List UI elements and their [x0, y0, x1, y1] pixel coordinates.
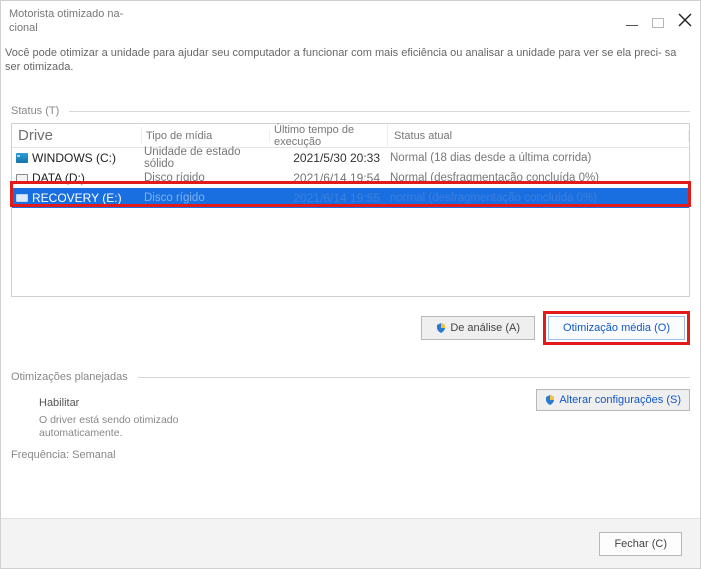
- table-header: Drive Tipo de mídia Último tempo de exec…: [12, 124, 689, 148]
- maximize-button[interactable]: [652, 18, 664, 28]
- table-row[interactable]: WINDOWS (C:) Unidade de estado sólido 20…: [12, 148, 689, 168]
- hdd-icon: [16, 194, 28, 202]
- close-icon[interactable]: [678, 13, 692, 32]
- ssd-icon: [16, 153, 28, 163]
- drive-name: RECOVERY (E:): [32, 191, 122, 205]
- scheduled-section-label: Otimizações planejadas: [11, 371, 128, 383]
- change-settings-button[interactable]: Alterar configurações (S): [536, 389, 690, 411]
- drive-name: DATA (D:): [32, 171, 85, 185]
- schedule-enable-label: Habilitar: [39, 397, 219, 409]
- minimize-button[interactable]: [626, 25, 638, 26]
- col-status[interactable]: Status atual: [388, 130, 689, 142]
- drive-media: Unidade de estado sólido: [142, 146, 270, 170]
- window-description: Você pode otimizar a unidade para ajudar…: [1, 36, 700, 76]
- col-last[interactable]: Último tempo de execução: [270, 124, 388, 148]
- divider: [138, 377, 690, 378]
- optimize-button[interactable]: Otimização média (O): [548, 316, 685, 340]
- drive-media: Disco rígido: [142, 192, 270, 204]
- footer: Fechar (C): [1, 518, 700, 568]
- drive-last: 2021/6/14 19:55: [270, 191, 388, 205]
- drive-name: WINDOWS (C:): [32, 151, 116, 165]
- drive-status: Normal (18 dias desde a última corrida): [388, 152, 689, 164]
- schedule-frequency: Frequência: Semanal: [11, 449, 690, 461]
- close-label: Fechar (C): [614, 538, 667, 550]
- schedule-description: O driver está sendo otimizado automatica…: [39, 414, 219, 440]
- shield-icon: [436, 323, 446, 333]
- drive-media: Disco rígido: [142, 172, 270, 184]
- table-row[interactable]: DATA (D:) Disco rígido 2021/6/14 19:54 N…: [12, 168, 689, 188]
- optimize-label: Otimização média (O): [563, 322, 670, 334]
- col-media[interactable]: Tipo de mídia: [142, 130, 270, 142]
- drive-status: normal (desfragmentação concluída 0%): [388, 192, 689, 204]
- close-button[interactable]: Fechar (C): [599, 532, 682, 556]
- divider: [69, 111, 690, 112]
- analyze-label: De análise (A): [450, 322, 520, 334]
- shield-icon: [545, 395, 555, 405]
- drive-last: 2021/6/14 19:54: [270, 171, 388, 185]
- change-settings-label: Alterar configurações (S): [559, 394, 681, 406]
- col-drive[interactable]: Drive: [12, 127, 142, 144]
- analyze-button[interactable]: De análise (A): [421, 316, 535, 340]
- drive-table[interactable]: Drive Tipo de mídia Último tempo de exec…: [11, 123, 690, 297]
- window-title: Motorista otimizado na- cional: [9, 7, 149, 36]
- drive-status: Normal (desfragmentação concluída 0%): [388, 172, 689, 184]
- hdd-icon: [16, 174, 28, 182]
- table-row-selected[interactable]: RECOVERY (E:) Disco rígido 2021/6/14 19:…: [12, 188, 689, 208]
- status-section-label: Status (T): [11, 105, 59, 117]
- highlight-box: Otimização média (O): [543, 311, 690, 345]
- drive-last: 2021/5/30 20:33: [270, 151, 388, 165]
